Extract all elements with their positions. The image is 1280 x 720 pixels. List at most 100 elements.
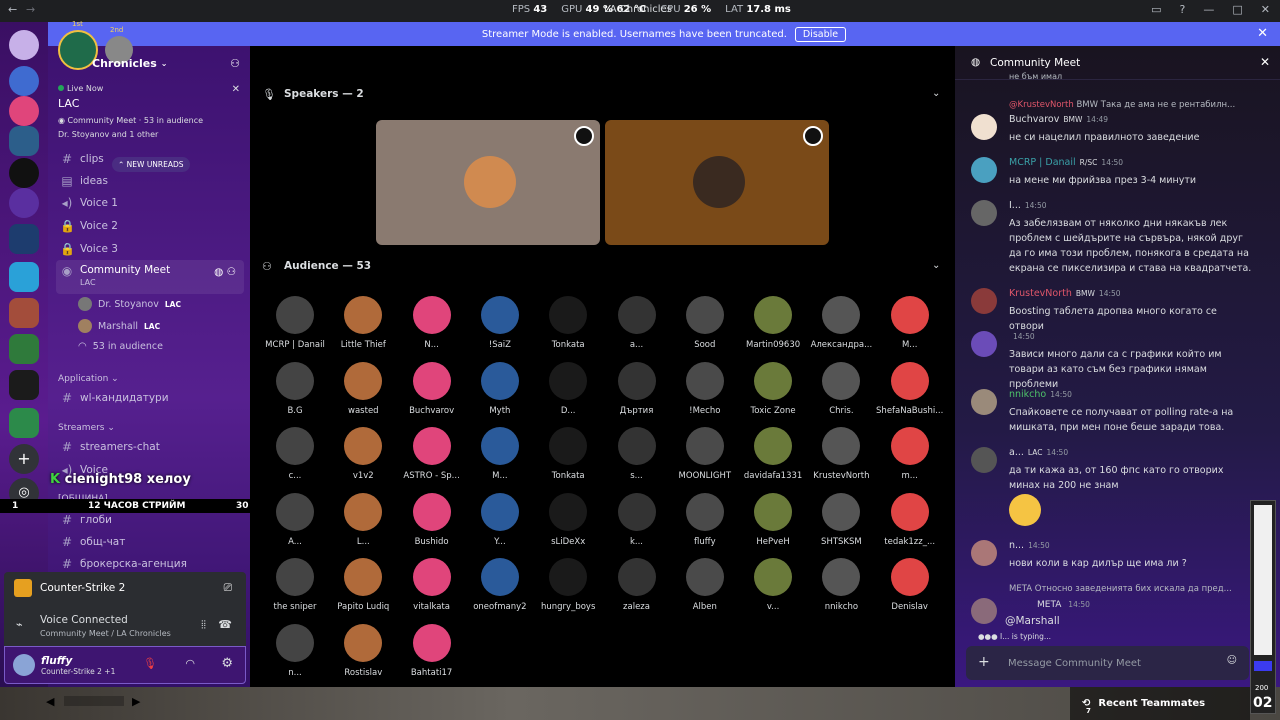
chat-icon[interactable]: ◍ ⚇ bbox=[214, 266, 236, 278]
activity-icon[interactable]: ⎚ bbox=[224, 582, 232, 595]
message-author[interactable]: Buchvarov bbox=[1009, 114, 1059, 125]
audience-member[interactable]: Little Thief bbox=[329, 296, 397, 350]
audience-member[interactable]: zaleza bbox=[603, 558, 671, 612]
audience-member[interactable]: oneofmany2 bbox=[466, 558, 534, 612]
server-folder[interactable] bbox=[9, 408, 39, 438]
server-folder[interactable] bbox=[9, 298, 39, 328]
forward-arrow-icon[interactable]: → bbox=[26, 3, 35, 16]
server-icon[interactable] bbox=[9, 66, 39, 96]
audience-member[interactable]: the sniper bbox=[261, 558, 329, 612]
emoji-icon[interactable]: ☺ bbox=[1227, 655, 1237, 666]
channel-voice-3[interactable]: 🔒 Voice 3 bbox=[56, 238, 244, 259]
audience-member[interactable]: ASTRO - Sp... bbox=[398, 427, 466, 481]
audience-member[interactable]: s... bbox=[603, 427, 671, 481]
channel-voice-2[interactable]: 🔒 Voice 2 bbox=[56, 215, 244, 236]
mute-icon[interactable]: 🎙 bbox=[143, 657, 157, 670]
avatar[interactable] bbox=[971, 200, 997, 226]
audience-member[interactable]: KrustevNorth bbox=[807, 427, 875, 481]
audience-member[interactable]: tedak1zz_... bbox=[876, 492, 944, 547]
channel-streamers-chat[interactable]: # streamers-chat bbox=[56, 436, 244, 457]
message-input[interactable]: + Message Community Meet ☺ bbox=[966, 646, 1249, 680]
audience-member[interactable]: Chris. bbox=[807, 361, 875, 416]
avatar[interactable] bbox=[971, 288, 997, 314]
server-icon[interactable] bbox=[9, 188, 39, 218]
audience-member[interactable]: Александра... bbox=[807, 296, 875, 350]
audience-member[interactable]: !Mecho bbox=[671, 361, 739, 416]
audience-member[interactable]: D... bbox=[534, 361, 602, 416]
server-icon[interactable] bbox=[9, 158, 39, 188]
server-icon-active[interactable] bbox=[9, 126, 39, 156]
server-folder[interactable] bbox=[9, 224, 39, 254]
audience-member[interactable]: Rostislav bbox=[329, 623, 397, 678]
speaker-tile[interactable] bbox=[376, 120, 600, 245]
close-button[interactable]: ✕ bbox=[1261, 3, 1270, 16]
speaker-row[interactable]: Marshall LAC bbox=[78, 319, 160, 333]
channel-globi[interactable]: # глоби bbox=[56, 509, 244, 530]
audience-member[interactable]: fluffy bbox=[671, 492, 739, 547]
help-icon[interactable]: ? bbox=[1180, 3, 1186, 16]
avatar[interactable] bbox=[971, 598, 997, 624]
audience-member[interactable]: B.G bbox=[261, 361, 329, 416]
avatar[interactable] bbox=[971, 389, 997, 415]
channel-wl[interactable]: # wl-кандидатури bbox=[56, 387, 244, 408]
server-folder[interactable] bbox=[9, 334, 39, 364]
audience-member[interactable]: A... bbox=[261, 492, 329, 547]
message-author[interactable]: nnikcho bbox=[1009, 389, 1046, 400]
audience-member[interactable]: davidafa1331 bbox=[739, 427, 807, 481]
audience-member[interactable]: wasted bbox=[329, 361, 397, 416]
speaker-row[interactable]: Dr. Stoyanov LAC bbox=[78, 297, 181, 311]
audience-member[interactable]: ShefaNaBushi... bbox=[876, 361, 944, 416]
channel-ideas[interactable]: ▤ ideas bbox=[56, 170, 244, 191]
soundboard-icon[interactable]: ⦙⦙ bbox=[201, 618, 206, 632]
message-author[interactable]: MCRP | Danail bbox=[1009, 157, 1076, 168]
category-streamers[interactable]: Streamers ⌄ bbox=[58, 423, 115, 433]
audience-member[interactable]: MOONLIGHT bbox=[671, 427, 739, 481]
avatar[interactable] bbox=[971, 447, 997, 473]
audience-member[interactable]: n... bbox=[261, 623, 329, 678]
inbox-icon[interactable]: ▭ bbox=[1151, 3, 1161, 16]
reply-preview[interactable]: META Относно заведенията бих искала да п… bbox=[1009, 584, 1232, 594]
avatar[interactable] bbox=[971, 157, 997, 183]
audience-member[interactable]: M... bbox=[466, 427, 534, 481]
chevron-down-icon[interactable]: ⌄ bbox=[932, 88, 940, 99]
audience-member[interactable]: hungry_boys bbox=[534, 558, 602, 612]
disconnect-icon[interactable]: ☎ bbox=[218, 618, 232, 631]
audience-member[interactable]: Bushido bbox=[398, 492, 466, 547]
prev-icon[interactable]: ◀ bbox=[46, 695, 54, 708]
avatar[interactable] bbox=[971, 331, 997, 357]
server-icon[interactable] bbox=[9, 30, 39, 60]
audience-member[interactable]: Bahtati17 bbox=[398, 623, 466, 678]
invite-icon[interactable]: ⚇ bbox=[230, 57, 240, 70]
audience-member[interactable]: !SaiZ bbox=[466, 296, 534, 350]
headphones-icon[interactable]: ◠ bbox=[185, 657, 195, 670]
audience-member[interactable]: MCRP | Danail bbox=[261, 296, 329, 350]
category-application[interactable]: Application ⌄ bbox=[58, 374, 119, 384]
activity-panel[interactable]: Counter-Strike 2 ⎚ bbox=[4, 572, 246, 604]
next-icon[interactable]: ▶ bbox=[132, 695, 140, 708]
audience-member[interactable]: Y... bbox=[466, 492, 534, 547]
channel-community-meet[interactable]: ◉ Community Meet LAC ◍ ⚇ bbox=[56, 260, 244, 294]
audience-member[interactable]: L... bbox=[329, 492, 397, 547]
audience-row[interactable]: ◠ 53 in audience bbox=[78, 341, 163, 352]
audience-member[interactable]: HePvеH bbox=[739, 492, 807, 547]
message-author[interactable]: n... bbox=[1009, 540, 1024, 551]
audience-member[interactable]: Tonkata bbox=[534, 296, 602, 350]
audience-member[interactable]: vitalkata bbox=[398, 558, 466, 612]
audience-member[interactable]: Martin09630 bbox=[739, 296, 807, 350]
server-folder[interactable] bbox=[9, 262, 39, 292]
close-banner-icon[interactable]: ✕ bbox=[1257, 26, 1268, 41]
audience-member[interactable]: Toxic Zone bbox=[739, 361, 807, 416]
user-panel[interactable]: fluffy Counter-Strike 2 +1 🎙 ◠ ⚙ bbox=[4, 646, 246, 684]
minimize-button[interactable]: — bbox=[1203, 3, 1214, 16]
audience-member[interactable]: v1v2 bbox=[329, 427, 397, 481]
close-icon[interactable]: ✕ bbox=[1260, 55, 1270, 69]
audience-member[interactable]: Papito Ludiq bbox=[329, 558, 397, 612]
channel-obsht-chat[interactable]: # общ-чат bbox=[56, 531, 244, 552]
audience-member[interactable]: N... bbox=[398, 296, 466, 350]
audience-member[interactable]: Buchvarov bbox=[398, 361, 466, 416]
audience-member[interactable]: c... bbox=[261, 427, 329, 481]
message-author[interactable]: a... bbox=[1009, 447, 1024, 458]
close-icon[interactable]: ✕ bbox=[232, 84, 240, 95]
recent-teammates[interactable]: ⟲ Recent Teammates 7 bbox=[1070, 687, 1250, 720]
message-author[interactable]: KrustevNorth bbox=[1009, 288, 1072, 299]
